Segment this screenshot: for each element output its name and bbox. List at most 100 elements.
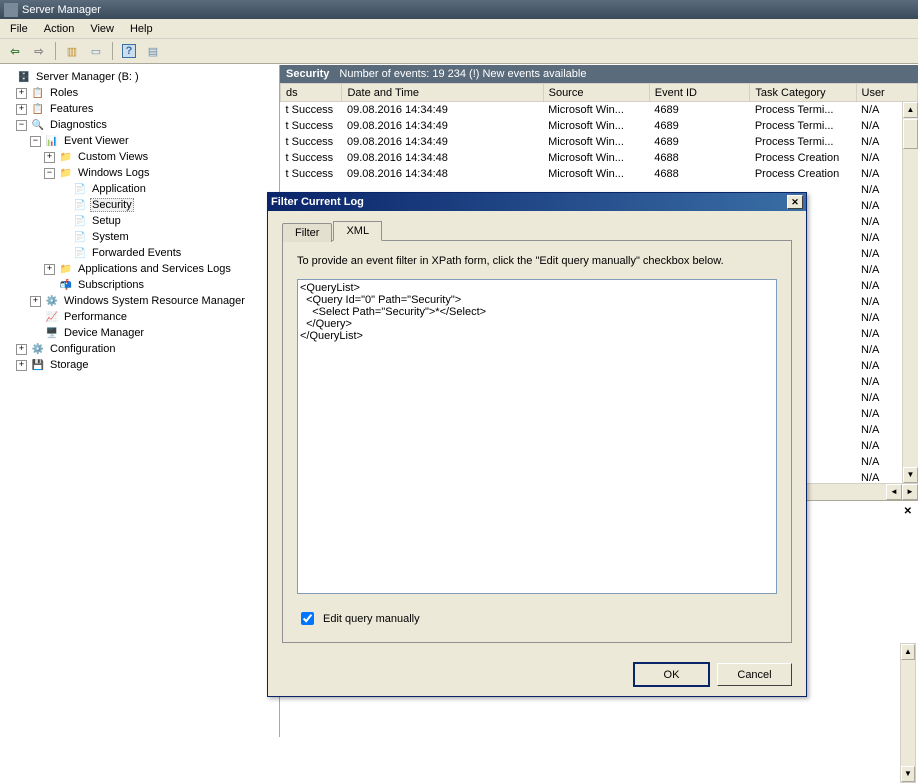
eventviewer-icon: 📊 (44, 133, 60, 149)
extra-button[interactable]: ▤ (142, 40, 164, 62)
scroll-up-icon[interactable]: ▲ (901, 644, 915, 660)
edit-manually-checkbox[interactable] (301, 612, 314, 625)
expand-icon[interactable]: + (16, 344, 27, 355)
tree-eventviewer[interactable]: −📊Event Viewer (2, 133, 279, 149)
scroll-up-icon[interactable]: ▲ (903, 102, 918, 118)
tree-performance[interactable]: 📈Performance (2, 309, 279, 325)
table-cell: t Success (281, 166, 342, 182)
scroll-thumb[interactable] (903, 119, 918, 149)
tree-security[interactable]: 📄Security (2, 197, 279, 213)
col-keywords[interactable]: ds (281, 84, 342, 102)
expand-icon[interactable]: + (16, 360, 27, 371)
tab-filter[interactable]: Filter (282, 223, 332, 242)
table-cell: Process Creation (750, 166, 856, 182)
col-eventid[interactable]: Event ID (649, 84, 750, 102)
table-cell: Process Creation (750, 150, 856, 166)
help-button[interactable]: ? (118, 40, 140, 62)
tab-xml[interactable]: XML (333, 221, 382, 241)
menu-help[interactable]: Help (122, 21, 161, 37)
scroll-down-icon[interactable]: ▼ (903, 467, 918, 483)
scroll-left-icon[interactable]: ◄ (886, 484, 902, 500)
collapse-icon[interactable]: − (30, 136, 41, 147)
col-taskcat[interactable]: Task Category (750, 84, 856, 102)
tree-system[interactable]: 📄System (2, 229, 279, 245)
table-row[interactable]: t Success09.08.2016 14:34:49Microsoft Wi… (281, 134, 918, 150)
tree-application[interactable]: 📄Application (2, 181, 279, 197)
collapse-icon[interactable]: − (16, 120, 27, 131)
expand-icon[interactable]: + (44, 152, 55, 163)
table-row[interactable]: t Success09.08.2016 14:34:48Microsoft Wi… (281, 150, 918, 166)
tree-root[interactable]: 🗄️Server Manager (B: ) (2, 69, 279, 85)
vertical-scrollbar[interactable]: ▲ ▼ (902, 102, 918, 483)
close-icon[interactable]: ✕ (904, 506, 912, 517)
configuration-icon: ⚙️ (30, 341, 46, 357)
table-cell: Microsoft Win... (543, 166, 649, 182)
table-cell: t Success (281, 134, 342, 150)
table-row[interactable]: t Success09.08.2016 14:34:48Microsoft Wi… (281, 166, 918, 182)
tree-roles[interactable]: +📋Roles (2, 85, 279, 101)
tree-features[interactable]: +📋Features (2, 101, 279, 117)
properties-button[interactable]: ▭ (85, 40, 107, 62)
table-cell: Microsoft Win... (543, 150, 649, 166)
titlebar: Server Manager (0, 0, 918, 19)
table-row[interactable]: t Success09.08.2016 14:34:49Microsoft Wi… (281, 102, 918, 118)
diagnostics-icon: 🔍 (30, 117, 46, 133)
scroll-down-icon[interactable]: ▼ (901, 766, 915, 782)
detail-scrollbar[interactable]: ▲ ▼ (900, 643, 916, 783)
cancel-button[interactable]: Cancel (717, 663, 792, 686)
table-cell: Microsoft Win... (543, 118, 649, 134)
table-cell: t Success (281, 118, 342, 134)
back-button[interactable]: ⇦ (4, 40, 26, 62)
content-subtitle: Number of events: 19 234 (!) New events … (339, 68, 586, 80)
expand-icon[interactable]: + (16, 104, 27, 115)
col-user[interactable]: User (856, 84, 918, 102)
log-icon: 📄 (72, 181, 88, 197)
menu-file[interactable]: File (2, 21, 36, 37)
table-cell: Microsoft Win... (543, 102, 649, 118)
folder-icon: 📁 (58, 149, 74, 165)
arrow-left-icon: ⇦ (10, 45, 19, 58)
tree-windowslogs[interactable]: −📁Windows Logs (2, 165, 279, 181)
tree-appservlogs[interactable]: +📁Applications and Services Logs (2, 261, 279, 277)
col-datetime[interactable]: Date and Time (342, 84, 543, 102)
expand-icon[interactable]: + (16, 88, 27, 99)
dialog-titlebar[interactable]: Filter Current Log ✕ (268, 193, 806, 211)
dialog-close-button[interactable]: ✕ (787, 195, 803, 209)
table-cell: Process Termi... (750, 134, 856, 150)
collapse-icon[interactable]: − (44, 168, 55, 179)
menu-action[interactable]: Action (36, 21, 83, 37)
table-cell: 4689 (649, 102, 750, 118)
menu-view[interactable]: View (82, 21, 122, 37)
log-icon: 📄 (72, 213, 88, 229)
content-header: Security Number of events: 19 234 (!) Ne… (280, 65, 918, 83)
table-cell: 09.08.2016 14:34:48 (342, 166, 543, 182)
table-cell: 4688 (649, 150, 750, 166)
table-cell: 09.08.2016 14:34:49 (342, 118, 543, 134)
tree-subscriptions[interactable]: 📬Subscriptions (2, 277, 279, 293)
tree-storage[interactable]: +💾Storage (2, 357, 279, 373)
tree-customviews[interactable]: +📁Custom Views (2, 149, 279, 165)
table-cell: 4688 (649, 166, 750, 182)
tree-forwarded[interactable]: 📄Forwarded Events (2, 245, 279, 261)
xml-query-textarea[interactable] (297, 279, 777, 594)
tree-configuration[interactable]: +⚙️Configuration (2, 341, 279, 357)
table-row[interactable]: t Success09.08.2016 14:34:49Microsoft Wi… (281, 118, 918, 134)
list-icon: ▤ (148, 45, 158, 58)
tree-devicemgr[interactable]: 🖥️Device Manager (2, 325, 279, 341)
show-hide-button[interactable]: ▥ (61, 40, 83, 62)
ok-button[interactable]: OK (634, 663, 709, 686)
scroll-right-icon[interactable]: ► (902, 484, 918, 500)
table-cell: Process Termi... (750, 102, 856, 118)
expand-icon[interactable]: + (44, 264, 55, 275)
tree-setup[interactable]: 📄Setup (2, 213, 279, 229)
edit-manually-label: Edit query manually (323, 613, 420, 625)
server-icon: 🗄️ (16, 69, 32, 85)
toolbar: ⇦ ⇨ ▥ ▭ ? ▤ (0, 39, 918, 64)
forward-button[interactable]: ⇨ (28, 40, 50, 62)
tree-diagnostics[interactable]: −🔍Diagnostics (2, 117, 279, 133)
content-title: Security (286, 68, 329, 80)
col-source[interactable]: Source (543, 84, 649, 102)
expand-icon[interactable]: + (30, 296, 41, 307)
tree-wsrm[interactable]: +⚙️Windows System Resource Manager (2, 293, 279, 309)
log-icon: 📄 (72, 197, 88, 213)
